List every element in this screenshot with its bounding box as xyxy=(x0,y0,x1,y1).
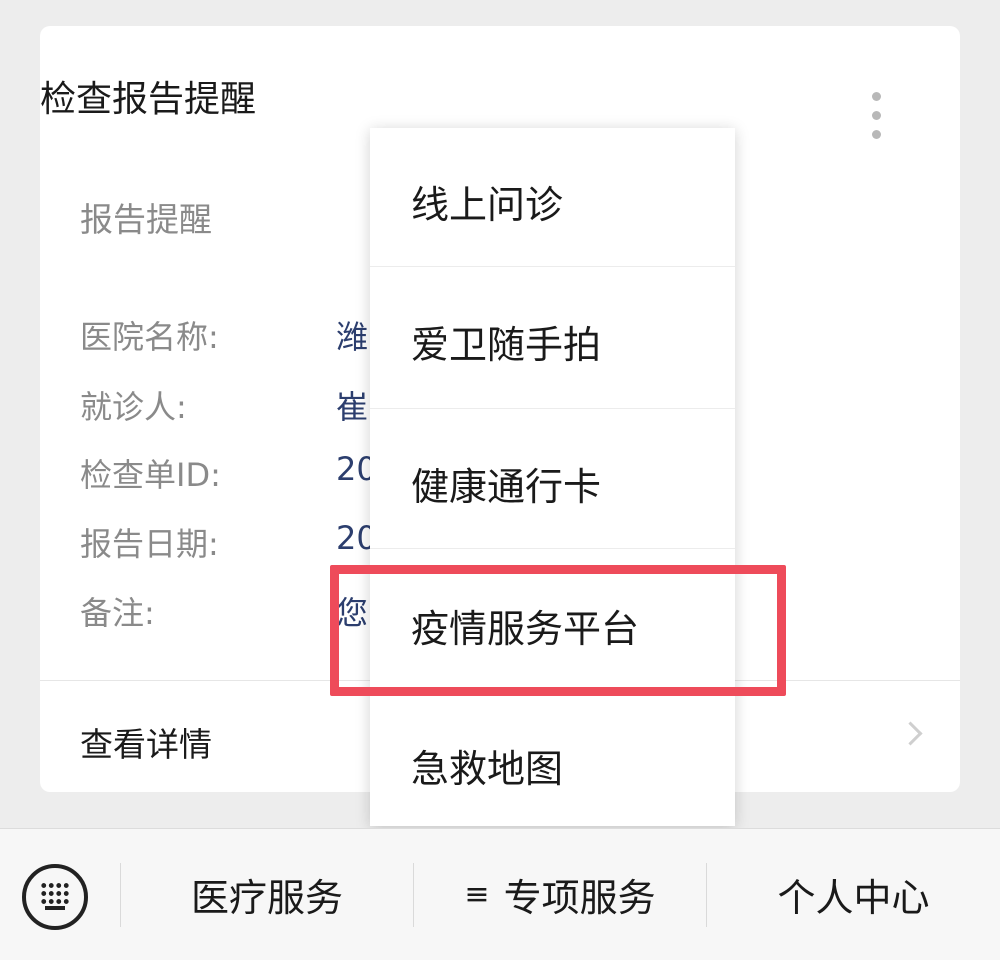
hospital-name-label: 医院名称: xyxy=(80,318,219,356)
bottom-menu-bar: 医疗服务 ≡ 专项服务 个人中心 xyxy=(0,828,1000,960)
menu-item-label: 健康通行卡 xyxy=(411,465,602,509)
remark-label: 备注: xyxy=(80,594,155,632)
remark-value: 您 xyxy=(336,594,369,632)
tab-label: 专项服务 xyxy=(503,876,656,920)
menu-item-health-pass[interactable]: 健康通行卡 xyxy=(370,410,735,550)
keyboard-toggle-button[interactable] xyxy=(22,864,92,934)
menu-item-label: 疫情服务平台 xyxy=(411,607,640,651)
patient-value: 崔 xyxy=(336,388,369,426)
more-options-icon[interactable] xyxy=(868,92,884,144)
menu-item-label: 爱卫随手拍 xyxy=(411,323,602,367)
menu-divider xyxy=(370,266,735,267)
exam-id-label: 检查单ID: xyxy=(80,456,221,494)
tab-label: 医疗服务 xyxy=(190,876,343,920)
view-details-label[interactable]: 查看详情 xyxy=(80,718,212,766)
menu-divider xyxy=(370,408,735,409)
report-date-label: 报告日期: xyxy=(80,525,219,563)
patient-label: 就诊人: xyxy=(80,388,187,426)
menu-item-online-consultation[interactable]: 线上问诊 xyxy=(370,128,735,268)
card-title: 检查报告提醒 xyxy=(40,79,257,120)
menu-item-first-aid-map[interactable]: 急救地图 xyxy=(370,692,735,832)
exam-id-value: 20 xyxy=(336,450,370,488)
menu-item-photo-report[interactable]: 爱卫随手拍 xyxy=(370,268,735,408)
menu-divider xyxy=(370,548,735,549)
hospital-name-value: 潍 xyxy=(336,318,369,356)
menu-item-epidemic-platform[interactable]: 疫情服务平台 xyxy=(370,552,735,692)
tab-label: 个人中心 xyxy=(777,876,930,920)
popup-menu: 线上问诊 爱卫随手拍 健康通行卡 疫情服务平台 急救地图 xyxy=(370,128,735,826)
tab-medical-services[interactable]: 医疗服务 xyxy=(121,829,413,960)
card-subtitle: 报告提醒 xyxy=(80,200,212,239)
report-date-value: 20 xyxy=(336,519,370,557)
menu-lines-icon: ≡ xyxy=(464,877,490,912)
tab-personal-center[interactable]: 个人中心 xyxy=(707,829,1000,960)
menu-divider xyxy=(370,690,735,691)
menu-item-label: 线上问诊 xyxy=(411,183,564,227)
tab-special-services[interactable]: ≡ 专项服务 xyxy=(414,829,706,960)
menu-item-label: 急救地图 xyxy=(411,747,564,791)
keyboard-icon xyxy=(22,864,88,930)
